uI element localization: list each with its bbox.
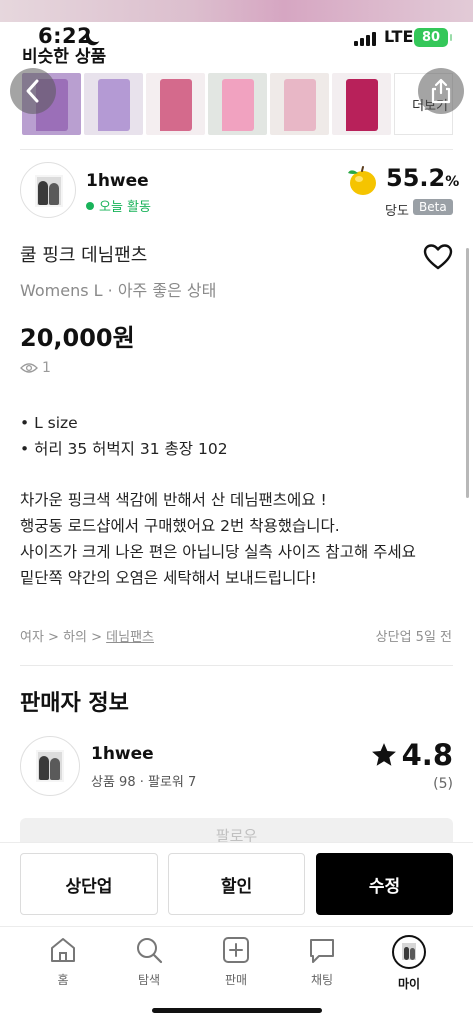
product-price: 20,000원 (20, 324, 135, 352)
activity-status: 오늘 활동 (86, 196, 151, 215)
seller-info-name[interactable]: 1hwee (91, 744, 154, 764)
discount-button[interactable]: 할인 (168, 853, 305, 915)
divider (20, 149, 453, 150)
star-icon (371, 743, 396, 766)
view-count: 1 (20, 360, 51, 376)
chevron-left-icon (26, 79, 39, 103)
description-line: • L size (20, 414, 78, 432)
activity-label: 오늘 활동 (99, 200, 151, 215)
bump-button[interactable]: 상단업 (20, 853, 158, 915)
seller-name[interactable]: 1hwee (86, 171, 149, 191)
similar-products-list: 더보기 (22, 73, 453, 135)
home-icon (51, 938, 75, 962)
tab-my[interactable]: 마이 (379, 935, 439, 992)
description-line: 차가운 핑크색 색감에 반해서 산 데님팬츠에요 ! (20, 491, 327, 509)
breadcrumb-current[interactable]: 데님팬츠 (106, 630, 154, 645)
home-indicator (152, 1008, 322, 1013)
plus-box-icon (223, 937, 249, 963)
seller-summary[interactable]: 1hwee 오늘 활동 55.2% 당도 Beta (20, 162, 459, 222)
seller-rating: 4.8 (370, 738, 453, 772)
product-title: 쿨 핑크 데님팬츠 (20, 245, 148, 266)
divider (20, 665, 453, 666)
tab-chat[interactable]: 채팅 (292, 935, 352, 988)
sweetness-value: 55.2% (386, 164, 460, 192)
seller-info-stats: 상품 98 · 팔로워 7 (91, 775, 197, 790)
similar-product-3[interactable] (146, 73, 205, 135)
bumped-time: 상단업 5일 전 (375, 630, 452, 645)
chat-icon (310, 939, 334, 963)
similar-product-2[interactable] (84, 73, 143, 135)
similar-products-title: 비슷한 상품 (22, 47, 107, 67)
rating-count: (5) (433, 776, 453, 792)
tab-explore-label: 탐색 (137, 973, 161, 987)
network-label: LTE (384, 27, 414, 46)
rating-value: 4.8 (401, 738, 453, 772)
view-count-value: 1 (42, 360, 51, 376)
tab-explore[interactable]: 탐색 (119, 935, 179, 988)
search-icon (137, 938, 163, 964)
signal-icon (354, 32, 378, 46)
similar-product-5[interactable] (270, 73, 329, 135)
battery-icon: 80 (414, 28, 452, 47)
tab-home[interactable]: 홈 (33, 935, 93, 988)
share-button[interactable] (418, 68, 464, 114)
sweetness-label: 당도 (385, 204, 409, 219)
eye-icon (20, 363, 38, 373)
product-subtitle: Womens L · 아주 좋은 상태 (20, 281, 217, 300)
seller-info-card[interactable]: 1hwee 상품 98 · 팔로워 7 4.8 (5) (20, 736, 453, 796)
product-description-body: 차가운 핑크색 색감에 반해서 산 데님팬츠에요 ! 행궁동 로드샵에서 구매했… (20, 487, 416, 591)
share-icon (431, 78, 451, 104)
scrollbar[interactable] (466, 248, 469, 498)
tab-my-label: 마이 (397, 977, 421, 991)
online-dot-icon (86, 201, 94, 210)
product-description-specs: • L size • 허리 35 허벅지 31 총장 102 (20, 410, 228, 462)
edit-button[interactable]: 수정 (316, 853, 453, 915)
category-breadcrumb: 여자 > 하의 > 데님팬츠 (20, 626, 154, 645)
back-button[interactable] (10, 68, 56, 114)
tab-home-label: 홈 (57, 973, 69, 987)
tab-chat-label: 채팅 (310, 973, 334, 987)
profile-avatar-icon (392, 935, 426, 969)
description-line: • 허리 35 허벅지 31 총장 102 (20, 440, 228, 458)
similar-product-6[interactable] (332, 73, 391, 135)
seller-info-title: 판매자 정보 (20, 691, 129, 716)
heart-icon[interactable] (423, 243, 453, 271)
description-line: 사이즈가 크게 나온 편은 아닙니당 실측 사이즈 참고해 주세요 (20, 543, 416, 561)
description-line: 밑단쪽 약간의 오염은 세탁해서 보내드립니다! (20, 569, 317, 587)
description-line: 행궁동 로드샵에서 구매했어요 2번 착용했습니다. (20, 517, 340, 535)
seller-avatar[interactable] (20, 162, 76, 218)
tab-sell-label: 판매 (224, 973, 248, 987)
tab-sell[interactable]: 판매 (206, 935, 266, 988)
action-bar: 상단업 할인 수정 (0, 842, 473, 926)
similar-product-4[interactable] (208, 73, 267, 135)
apple-icon (348, 166, 376, 195)
beta-badge: Beta (413, 199, 453, 215)
seller-info-avatar[interactable] (20, 736, 80, 796)
breadcrumb-prefix: 여자 > 하의 > (20, 630, 107, 645)
